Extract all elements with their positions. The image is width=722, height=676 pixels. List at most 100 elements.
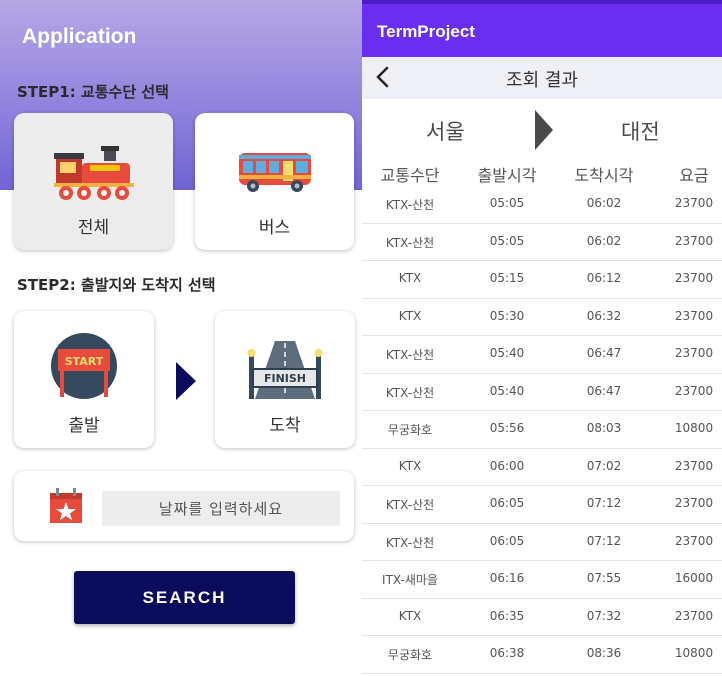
app-bar-title: TermProject (377, 22, 475, 41)
route-header: 서울 대전 (362, 108, 722, 152)
cell-arrival-time: 08:36 (586, 646, 622, 660)
app-bar: TermProject (362, 4, 722, 57)
cell-arrival-time: 06:12 (586, 271, 622, 285)
cell-transport: KTX-산천 (385, 535, 435, 550)
cell-arrival-time: 07:32 (586, 608, 622, 623)
route-from: 서울 (426, 120, 465, 144)
table-row[interactable]: KTX-산천 05:40 06:47 23700 (362, 336, 722, 374)
finish-line-icon: FINISH (247, 341, 323, 399)
train-icon (53, 146, 134, 200)
table-row[interactable]: KTX 06:00 07:02 23700 (362, 449, 722, 486)
table-row[interactable]: KTX 05:30 06:32 23700 (362, 299, 722, 336)
cell-arrival-time: 07:12 (586, 533, 622, 548)
table-row[interactable]: KTX-산천 05:40 06:47 23700 (362, 374, 722, 411)
cell-departure-time: 05:40 (489, 346, 525, 360)
cell-departure-time: 06:05 (489, 533, 525, 548)
cell-transport: ITX-새마을 (382, 573, 438, 587)
cell-transport: KTX (398, 608, 422, 623)
cell-departure-time: 05:40 (489, 383, 525, 398)
cell-departure-time: 06:00 (489, 458, 525, 473)
cell-fare: 23700 (674, 458, 714, 473)
cell-fare: 23700 (674, 308, 714, 323)
table-row[interactable]: KTX-산천 05:05 06:02 23700 (362, 186, 722, 224)
direction-arrow-icon (176, 362, 196, 400)
cell-fare: 23700 (674, 196, 714, 210)
cell-arrival-time: 07:02 (586, 458, 622, 473)
cell-departure-time: 05:05 (489, 196, 525, 210)
cell-transport: 무궁화호 (387, 648, 433, 662)
search-screen: Application STEP1: 교통수단 선택 전체 버스 STEP2: … (0, 0, 362, 676)
table-row[interactable]: ITX-새마을 06:16 07:55 16000 (362, 561, 722, 599)
start-gate-icon: START (51, 333, 117, 399)
cell-arrival-time: 06:47 (586, 346, 622, 360)
column-header: 교통수단 (380, 166, 440, 185)
cell-fare: 10800 (674, 646, 714, 660)
cell-arrival-time: 06:32 (586, 308, 622, 323)
cell-transport: KTX (398, 271, 422, 285)
cell-fare: 23700 (674, 383, 714, 398)
table-row[interactable]: 무궁화호 05:56 08:03 10800 (362, 411, 722, 449)
transport-bus-label: 버스 (258, 218, 291, 238)
finish-text: FINISH (264, 372, 306, 385)
departure-card[interactable]: START 출발 (14, 311, 154, 448)
cell-fare: 23700 (674, 346, 714, 360)
column-header: 도착시각 (574, 166, 634, 185)
cell-departure-time: 05:15 (489, 271, 525, 285)
step2-label: STEP2: 출발지와 도착지 선택 (17, 276, 216, 294)
sub-header: 조회 결과 (362, 57, 722, 99)
cell-transport: 무궁화호 (387, 423, 433, 437)
transport-all-card[interactable]: 전체 (14, 113, 173, 250)
table-row[interactable]: KTX-산천 05:05 06:02 23700 (362, 224, 722, 261)
cell-departure-time: 06:16 (489, 571, 525, 585)
cell-arrival-time: 07:12 (586, 496, 622, 510)
date-card (14, 471, 354, 541)
route-to: 대전 (621, 120, 660, 144)
transport-all-label: 전체 (77, 218, 110, 238)
cell-transport: KTX-산천 (385, 385, 435, 400)
cell-arrival-time: 06:02 (586, 233, 622, 248)
cell-transport: KTX-산천 (385, 348, 435, 362)
cell-fare: 23700 (674, 608, 714, 623)
result-table: KTX-산천 05:05 06:02 23700 KTX-산천 05:05 06:02 237… (362, 186, 722, 674)
calendar-icon[interactable] (48, 487, 84, 525)
column-header: 요금 (679, 166, 709, 185)
arrival-label: 도착 (269, 416, 301, 436)
cell-fare: 10800 (674, 421, 714, 435)
cell-transport: KTX-산천 (385, 235, 435, 250)
cell-departure-time: 05:05 (489, 233, 525, 248)
cell-fare: 23700 (674, 533, 714, 548)
screen-pair: Application STEP1: 교통수단 선택 전체 버스 STEP2: … (0, 0, 722, 676)
table-row[interactable]: KTX 06:35 07:32 23700 (362, 599, 722, 636)
start-text: START (65, 355, 104, 368)
cell-fare: 23700 (674, 496, 714, 510)
result-screen: TermProject 조회 결과 서울 대전 교통수단 출발시각 도착시각 요… (362, 0, 722, 676)
cell-arrival-time: 06:02 (586, 196, 622, 210)
table-header: 교통수단 출발시각 도착시각 요금 (362, 160, 722, 188)
cell-departure-time: 05:56 (489, 421, 525, 435)
cell-departure-time: 06:35 (489, 608, 525, 623)
cell-arrival-time: 06:47 (586, 383, 622, 398)
departure-label: 출발 (68, 416, 100, 436)
cell-departure-time: 06:05 (489, 496, 525, 510)
cell-departure-time: 06:38 (489, 646, 525, 660)
search-button[interactable]: SEARCH (74, 571, 295, 624)
transport-bus-card[interactable]: 버스 (195, 113, 354, 250)
table-row[interactable]: KTX 05:15 06:12 23700 (362, 261, 722, 299)
table-row[interactable]: KTX-산천 06:05 07:12 23700 (362, 486, 722, 524)
table-row[interactable]: 무궁화호 06:38 08:36 10800 (362, 636, 722, 674)
cell-transport: KTX-산천 (385, 498, 435, 512)
route-arrow-icon (535, 110, 553, 150)
cell-transport: KTX (398, 308, 422, 323)
date-input[interactable] (102, 491, 340, 526)
column-header: 출발시각 (477, 166, 537, 185)
cell-transport: KTX-산천 (385, 198, 435, 212)
table-row[interactable]: KTX-산천 06:05 07:12 23700 (362, 524, 722, 561)
arrival-card[interactable]: FINISH 도착 (215, 311, 355, 448)
cell-arrival-time: 08:03 (586, 421, 622, 435)
step1-label: STEP1: 교통수단 선택 (17, 83, 169, 101)
cell-fare: 16000 (674, 571, 714, 585)
cell-departure-time: 05:30 (489, 308, 525, 323)
app-title: Application (22, 25, 137, 48)
cell-fare: 23700 (674, 233, 714, 248)
cell-arrival-time: 07:55 (586, 571, 622, 585)
